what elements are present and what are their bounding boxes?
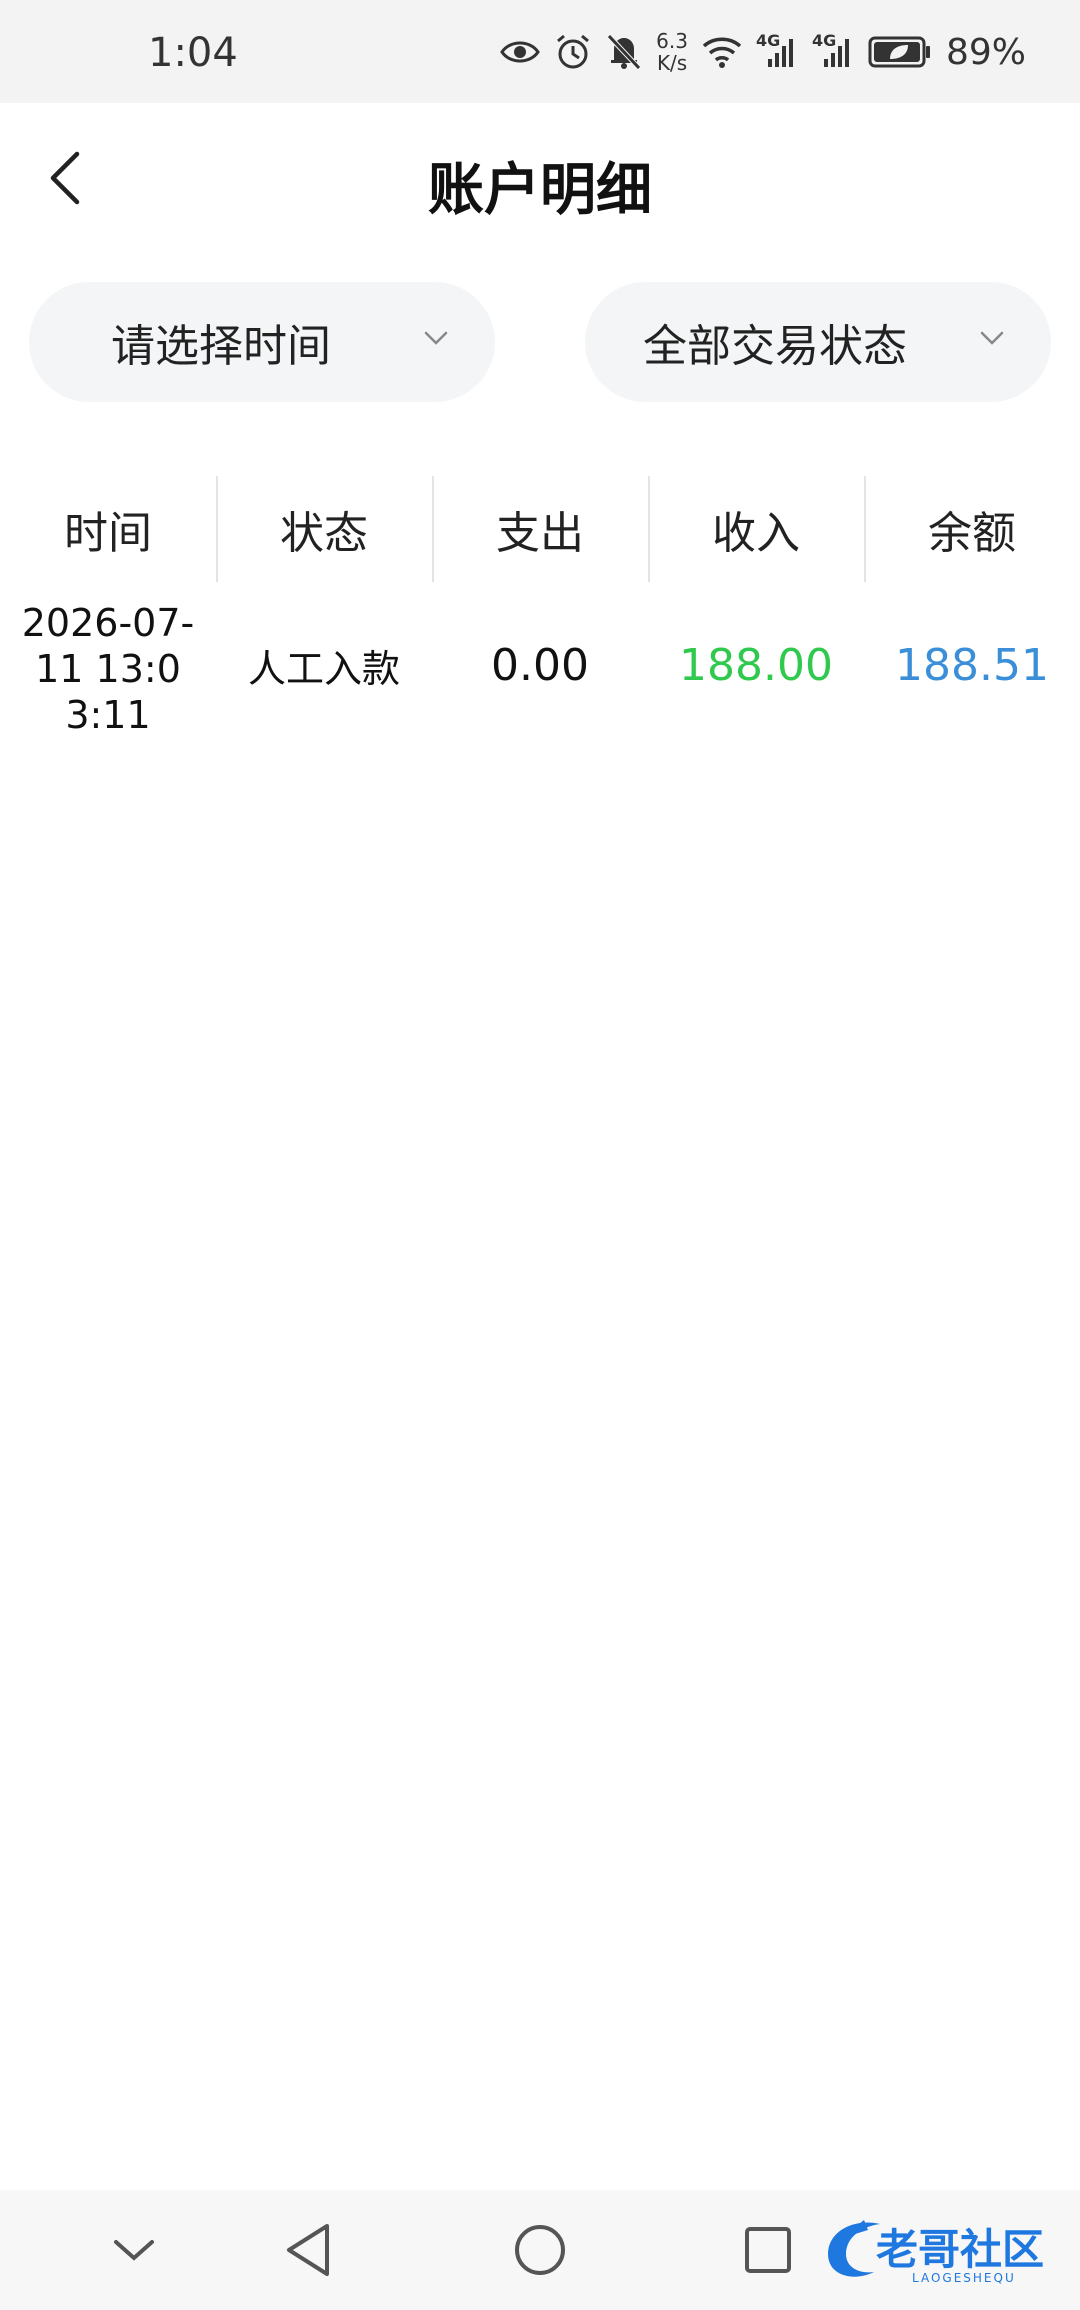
time-filter-dropdown[interactable]: 请选择时间 [29, 282, 495, 402]
network-speed: 6.3 K/s [656, 29, 688, 75]
column-header-status: 状态 [216, 476, 432, 582]
signal-icon: 4G [812, 31, 854, 69]
nav-back-button[interactable] [270, 2212, 346, 2288]
table-header: 时间 状态 支出 收入 余额 [0, 476, 1080, 582]
row-time: 2026-07-11 13:03:11 [21, 601, 195, 730]
column-header-expense: 支出 [432, 476, 648, 582]
nav-home-button[interactable] [502, 2212, 578, 2288]
nav-hide-button[interactable] [96, 2212, 172, 2288]
column-header-income: 收入 [648, 476, 864, 582]
mute-bell-icon [606, 33, 642, 71]
column-header-balance: 余额 [864, 476, 1080, 582]
watermark-logo: 老哥社区 LAOGESHEQU [828, 2220, 1044, 2285]
status-filter-label: 全部交易状态 [643, 321, 907, 372]
signal-icon: 4G [756, 31, 798, 69]
wifi-icon [702, 36, 742, 68]
eye-icon [500, 38, 540, 66]
header: 账户明细 [0, 103, 1080, 257]
row-status: 人工入款 [247, 646, 400, 691]
row-income: 188.00 [679, 639, 833, 691]
circle-home-icon [515, 2225, 565, 2275]
battery-percent: 89% [945, 31, 1026, 73]
status-time: 1:04 [148, 30, 238, 76]
watermark-subtext: LAOGESHEQU [912, 2271, 1016, 2285]
time-filter-label: 请选择时间 [111, 321, 331, 372]
status-bar: 1:04 6.3 K/s 4G 4G 89% [0, 0, 1080, 103]
row-balance: 188.51 [895, 639, 1049, 691]
chevron-down-icon [114, 2240, 154, 2261]
square-recent-icon [745, 2227, 791, 2273]
watermark-text: 老哥社区 [876, 2225, 1044, 2274]
column-header-time: 时间 [64, 508, 152, 559]
nav-recent-button[interactable] [730, 2212, 806, 2288]
status-filter-dropdown[interactable]: 全部交易状态 [585, 282, 1051, 402]
status-icons: 6.3 K/s 4G 4G 89% [500, 24, 1026, 80]
table-row[interactable]: 2026-07-11 13:03:11 人工入款 0.00 188.00 188… [0, 600, 1080, 730]
chevron-down-icon [980, 331, 1004, 345]
battery-icon [868, 35, 932, 69]
account-detail-screen: 1:04 6.3 K/s 4G 4G 89% 账户明细 请选择时间 全部交易状态… [0, 0, 1080, 2310]
row-expense: 0.00 [491, 639, 589, 691]
alarm-icon [554, 33, 592, 71]
triangle-back-icon [287, 2224, 329, 2276]
page-title: 账户明细 [428, 158, 652, 223]
chevron-down-icon [424, 331, 448, 345]
